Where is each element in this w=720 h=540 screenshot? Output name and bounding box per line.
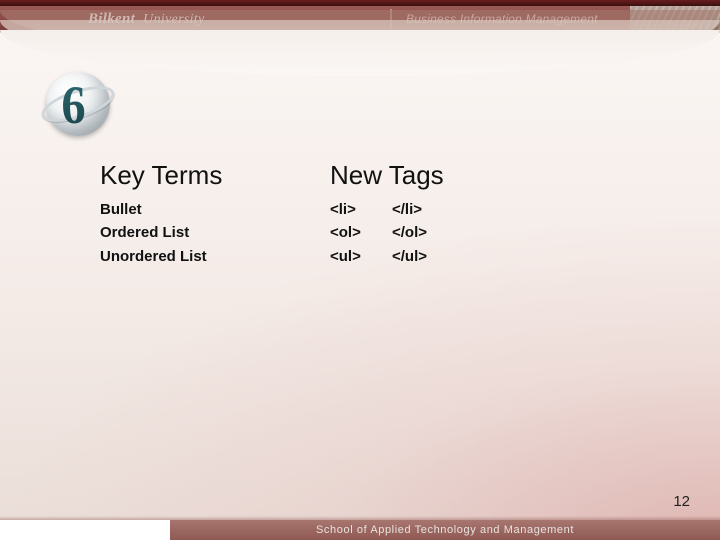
tag-close: </ul> — [392, 248, 427, 265]
new-tags-column: New Tags <li> </li> <ol> </ol> <ul> </ul… — [330, 160, 620, 271]
new-tags-heading: New Tags — [330, 160, 620, 191]
tag-row: <ul> </ul> — [330, 248, 620, 265]
term-row: Bullet — [100, 201, 330, 218]
key-terms-column: Key Terms Bullet Ordered List Unordered … — [100, 160, 330, 271]
swoosh-curves — [0, 32, 720, 84]
tag-close: </li> — [392, 201, 422, 218]
logo-orb: 6 — [46, 72, 110, 136]
footer-left-pad — [0, 520, 170, 540]
tag-row: <ol> </ol> — [330, 224, 620, 241]
tag-open: <li> — [330, 201, 392, 218]
tag-close: </ol> — [392, 224, 427, 241]
footer-label-bar: School of Applied Technology and Managem… — [170, 520, 720, 540]
term-row: Ordered List — [100, 224, 330, 241]
page-number: 12 — [673, 493, 690, 510]
curve-front — [0, 30, 720, 76]
tag-row: <li> </li> — [330, 201, 620, 218]
content-area: Key Terms Bullet Ordered List Unordered … — [100, 160, 620, 271]
slide: Bilkent University Business Information … — [0, 0, 720, 540]
tag-open: <ul> — [330, 248, 392, 265]
term-row: Unordered List — [100, 248, 330, 265]
key-terms-heading: Key Terms — [100, 160, 330, 191]
logo-glyph: 6 — [61, 78, 85, 132]
tag-open: <ol> — [330, 224, 392, 241]
footer-bar: School of Applied Technology and Managem… — [0, 520, 720, 540]
footer-label: School of Applied Technology and Managem… — [316, 524, 574, 536]
